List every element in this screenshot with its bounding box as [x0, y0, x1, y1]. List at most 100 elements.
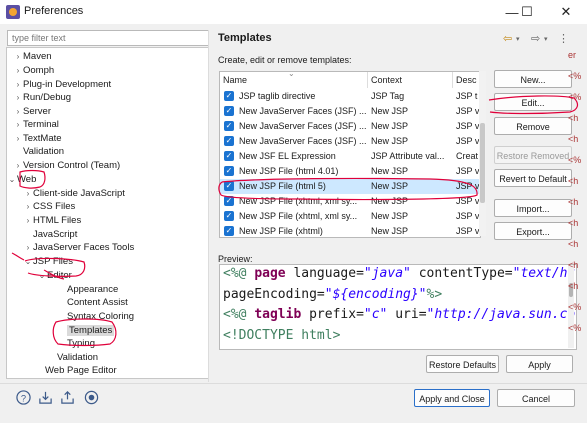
- row-checkbox[interactable]: ✓: [224, 166, 234, 176]
- column-header-description[interactable]: Desc: [453, 72, 480, 88]
- row-checkbox[interactable]: ✓: [224, 181, 234, 191]
- tree-item-label: CSS Files: [33, 201, 76, 212]
- collapsed-chevron-icon[interactable]: ›: [13, 78, 23, 91]
- oomph-record-icon[interactable]: [84, 390, 99, 405]
- remove-button[interactable]: Remove: [494, 117, 572, 135]
- forward-menu-chevron-icon[interactable]: ▾: [544, 35, 548, 43]
- tree-item-validation[interactable]: Validation: [47, 351, 98, 364]
- table-row[interactable]: ✓ New JavaServer Faces (JSF) ... New JSP JS…: [220, 104, 480, 119]
- collapsed-chevron-icon[interactable]: ›: [23, 214, 33, 227]
- edit-button[interactable]: Edit...: [494, 93, 572, 111]
- row-checkbox[interactable]: ✓: [224, 211, 234, 221]
- row-checkbox[interactable]: ✓: [224, 91, 234, 101]
- row-checkbox[interactable]: ✓: [224, 121, 234, 131]
- tree-item-javascript[interactable]: JavaScript: [23, 228, 77, 241]
- collapsed-chevron-icon[interactable]: ›: [13, 105, 23, 118]
- tree-item-templates[interactable]: Templates: [57, 324, 115, 337]
- cell-name: New JavaServer Faces (JSF) ...: [239, 106, 367, 116]
- svg-text:?: ?: [21, 393, 26, 403]
- table-row[interactable]: ✓ New JavaServer Faces (JSF) ... New JSP JS…: [220, 134, 480, 149]
- tree-item-web-page-editor[interactable]: Web Page Editor: [35, 364, 117, 377]
- new-button[interactable]: New...: [494, 70, 572, 88]
- collapsed-chevron-icon[interactable]: ›: [23, 241, 33, 254]
- collapsed-chevron-icon[interactable]: ›: [13, 118, 23, 131]
- row-checkbox[interactable]: ✓: [224, 151, 234, 161]
- help-icon[interactable]: ?: [16, 390, 31, 405]
- table-row[interactable]: ✓ New JSP File (xhtml) New JSP JSP v: [220, 224, 480, 237]
- expanded-chevron-icon[interactable]: ⌄: [7, 173, 17, 186]
- collapsed-chevron-icon[interactable]: ›: [13, 50, 23, 63]
- table-row[interactable]: ✓ New JSP File (xhtml, xml sy... New JSP JS…: [220, 209, 480, 224]
- apply-button[interactable]: Apply: [506, 355, 573, 373]
- tree-item-plug-in-development[interactable]: › Plug-in Development: [13, 78, 112, 91]
- forward-arrow-icon[interactable]: ⇨: [531, 32, 540, 45]
- table-scrollbar[interactable]: [479, 71, 486, 236]
- collapsed-chevron-icon[interactable]: ›: [23, 187, 33, 200]
- column-header-context[interactable]: Context: [368, 72, 453, 88]
- collapsed-chevron-icon[interactable]: ›: [13, 132, 23, 145]
- tree-item-syntax-coloring[interactable]: Syntax Coloring: [57, 310, 134, 323]
- tree-item-typing[interactable]: Typing: [57, 337, 95, 350]
- tree-item-maven[interactable]: › Maven: [13, 50, 52, 63]
- cell-context: New JSP: [371, 106, 409, 116]
- tree-item-client-side-javascript[interactable]: › Client-side JavaScript: [23, 187, 125, 200]
- collapsed-chevron-icon[interactable]: ›: [13, 159, 23, 172]
- table-row[interactable]: ✓ New JSP File (xhtml, xml sy... New JSP JS…: [220, 194, 480, 209]
- tree-item-editor[interactable]: ⌄ Editor: [37, 269, 72, 282]
- tree-item-web[interactable]: ⌄ Web: [7, 173, 37, 186]
- preview-pane[interactable]: <%@ page language="java" contentType="te…: [219, 264, 577, 350]
- cell-name: New JSP File (xhtml): [239, 226, 323, 236]
- table-row[interactable]: ✓ New JSP File (html 4.01) New JSP JSP v: [220, 164, 480, 179]
- tree-item-version-control-team[interactable]: › Version Control (Team): [13, 159, 121, 172]
- tree-item-label: Typing: [67, 338, 95, 349]
- collapsed-chevron-icon[interactable]: ›: [13, 91, 23, 104]
- tree-item-content-assist[interactable]: Content Assist: [57, 296, 128, 309]
- import-button[interactable]: Import...: [494, 199, 572, 217]
- table-row[interactable]: ✓ New JSF EL Expression JSP Attribute val.…: [220, 149, 480, 164]
- cell-context: New JSP: [371, 181, 409, 191]
- edge-glyph: <%: [568, 92, 582, 102]
- import-preferences-icon[interactable]: [38, 390, 53, 405]
- table-scroll-thumb[interactable]: [480, 123, 485, 203]
- expanded-chevron-icon[interactable]: ⌄: [37, 269, 47, 282]
- revert-to-default-button[interactable]: Revert to Default: [494, 169, 572, 187]
- export-preferences-icon[interactable]: [60, 390, 75, 405]
- apply-and-close-button[interactable]: Apply and Close: [414, 389, 490, 407]
- back-arrow-icon[interactable]: ⇦: [503, 32, 512, 45]
- tree-item-jsp-files[interactable]: ⌄ JSP Files: [23, 255, 73, 268]
- row-checkbox[interactable]: ✓: [224, 226, 234, 236]
- tree-item-oomph[interactable]: › Oomph: [13, 64, 55, 77]
- row-checkbox[interactable]: ✓: [224, 196, 234, 206]
- row-checkbox[interactable]: ✓: [224, 106, 234, 116]
- close-button[interactable]: ✕: [551, 0, 581, 24]
- tree-item-run-debug[interactable]: › Run/Debug: [13, 91, 71, 104]
- tree-item-appearance[interactable]: Appearance: [57, 283, 118, 296]
- collapsed-chevron-icon[interactable]: ›: [13, 64, 23, 77]
- tree-item-html-files[interactable]: › HTML Files: [23, 214, 82, 227]
- collapsed-chevron-icon[interactable]: ›: [23, 200, 33, 213]
- row-checkbox[interactable]: ✓: [224, 136, 234, 146]
- panel-splitter[interactable]: [208, 30, 209, 382]
- preview-token: %>: [426, 287, 443, 302]
- tree-item-javaserver-faces-tools[interactable]: › JavaServer Faces Tools: [23, 241, 135, 254]
- expanded-chevron-icon[interactable]: ⌄: [23, 255, 33, 268]
- back-menu-chevron-icon[interactable]: ▾: [516, 35, 520, 43]
- export-button[interactable]: Export...: [494, 222, 572, 240]
- table-row[interactable]: ✓ New JavaServer Faces (JSF) ... New JSP JS…: [220, 119, 480, 134]
- tree-item-label: Web Page Editor: [45, 365, 117, 376]
- tree-item-validation[interactable]: Validation: [13, 145, 64, 158]
- panel-title: Templates: [218, 32, 272, 44]
- maximize-button[interactable]: ☐: [512, 0, 542, 24]
- view-menu-icon[interactable]: ⋮: [558, 32, 569, 45]
- tree-item-textmate[interactable]: › TextMate: [13, 132, 62, 145]
- filter-input[interactable]: type filter text: [7, 30, 209, 46]
- tree-item-server[interactable]: › Server: [13, 105, 51, 118]
- restore-removed-button[interactable]: Restore Removed: [494, 146, 572, 164]
- tree-item-css-files[interactable]: › CSS Files: [23, 200, 76, 213]
- cancel-button[interactable]: Cancel: [497, 389, 575, 407]
- restore-defaults-button[interactable]: Restore Defaults: [426, 355, 499, 373]
- tree-item-terminal[interactable]: › Terminal: [13, 118, 59, 131]
- table-row[interactable]: ✓ JSP taglib directive JSP Tag JSP t: [220, 89, 480, 104]
- tree-item-label: Editor: [47, 270, 72, 281]
- table-row[interactable]: ✓ New JSP File (html 5) New JSP JSP v: [220, 179, 480, 194]
